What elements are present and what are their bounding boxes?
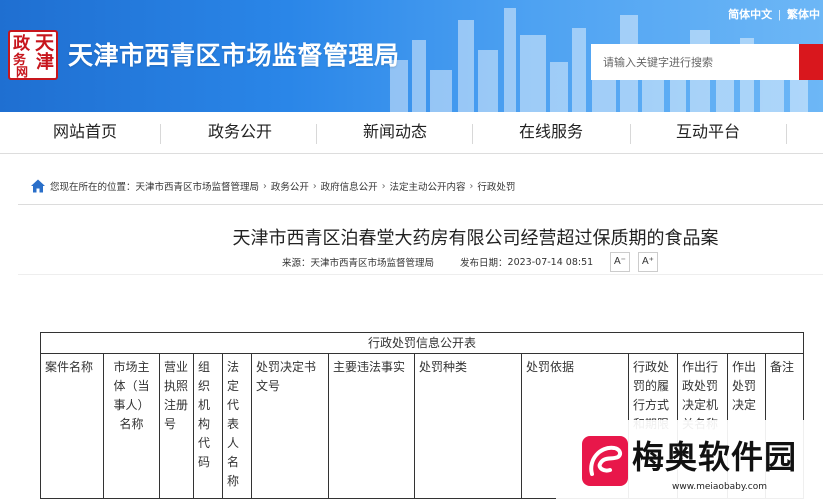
date-label: 发布日期：	[460, 258, 508, 269]
breadcrumb-separator: ›	[312, 180, 317, 192]
breadcrumb-link[interactable]: 政务公开	[271, 179, 309, 193]
nav-divider	[630, 124, 631, 144]
table-header-cell: 组织机构代码	[193, 353, 223, 499]
date-value: 2023-07-14 08:51	[507, 256, 594, 268]
nav-divider	[786, 124, 787, 144]
logo-glyph: 政	[13, 34, 30, 54]
table-header-cell: 营业执照注册号	[159, 353, 194, 499]
dragon-logo-icon	[582, 436, 628, 486]
breadcrumb-separator: ›	[381, 180, 386, 192]
search-input[interactable]	[591, 44, 801, 80]
table-header-cell: 处罚决定书文号	[251, 353, 329, 499]
language-switcher: 简体中文 | 繁体中	[725, 6, 823, 22]
article-meta: 来源： 天津市西青区市场监督管理局 发布日期： 2023-07-14 08:51	[282, 255, 594, 270]
breadcrumb-divider	[18, 204, 823, 205]
table-header-cell: 法定代表人名称	[222, 353, 252, 499]
logo-glyph: 网	[16, 65, 29, 79]
table-header-cell: 案件名称	[40, 353, 104, 499]
site-logo[interactable]: 政 天 务 津 网	[8, 30, 58, 80]
article-title: 天津市西青区泊春堂大药房有限公司经营超过保质期的食品案	[232, 228, 719, 249]
main-nav: 网站首页 政务公开 新闻动态 在线服务 互动平台	[0, 112, 823, 154]
lang-simplified-link[interactable]: 简体中文	[728, 9, 772, 21]
nav-item-interaction[interactable]: 互动平台	[643, 112, 773, 154]
breadcrumb-prefix: 您现在所在的位置：	[50, 182, 136, 193]
breadcrumb-link[interactable]: 政府信息公开	[321, 179, 378, 193]
watermark-title: 梅奥软件园	[632, 438, 798, 476]
site-header: 政 天 务 津 网 天津市西青区市场监督管理局 简体中文 | 繁体中	[0, 0, 823, 112]
font-increase-button[interactable]: A⁺	[638, 252, 658, 272]
font-decrease-button[interactable]: A⁻	[610, 252, 630, 272]
lang-separator: |	[778, 9, 781, 21]
nav-item-gov-affairs[interactable]: 政务公开	[175, 112, 305, 154]
site-title[interactable]: 天津市西青区市场监督管理局	[68, 36, 400, 72]
table-header-cell: 处罚种类	[414, 353, 522, 499]
home-icon	[31, 179, 45, 193]
search-button[interactable]	[799, 44, 823, 80]
watermark-url: www.meiaobaby.com	[672, 482, 768, 492]
nav-divider	[472, 124, 473, 144]
nav-divider	[316, 124, 317, 144]
lang-traditional-link[interactable]: 繁体中	[787, 9, 820, 21]
breadcrumb-link[interactable]: 行政处罚	[477, 179, 515, 193]
breadcrumb-separator: ›	[469, 180, 474, 192]
breadcrumb-link[interactable]: 天津市西青区市场监督管理局	[136, 179, 260, 193]
table-caption: 行政处罚信息公开表	[40, 332, 804, 354]
breadcrumb-separator: ›	[263, 180, 267, 192]
table-header-cell: 市场主体（当事人）名称	[103, 353, 160, 499]
watermark: 梅奥软件园 www.meiaobaby.com	[556, 420, 823, 500]
source-label: 来源：	[282, 258, 311, 269]
search-box	[591, 44, 823, 80]
logo-glyph: 津	[36, 52, 54, 73]
nav-item-online-service[interactable]: 在线服务	[486, 112, 616, 154]
table-header-cell: 主要违法事实	[328, 353, 415, 499]
nav-item-home[interactable]: 网站首页	[20, 112, 150, 154]
breadcrumb-link[interactable]: 法定主动公开内容	[390, 179, 466, 193]
nav-divider	[160, 124, 161, 144]
breadcrumb: 您现在所在的位置： 天津市西青区市场监督管理局 › 政务公开 › 政府信息公开 …	[30, 176, 515, 196]
logo-glyph: 天	[35, 32, 55, 54]
nav-item-news[interactable]: 新闻动态	[330, 112, 460, 154]
source-value: 天津市西青区市场监督管理局	[310, 258, 435, 269]
